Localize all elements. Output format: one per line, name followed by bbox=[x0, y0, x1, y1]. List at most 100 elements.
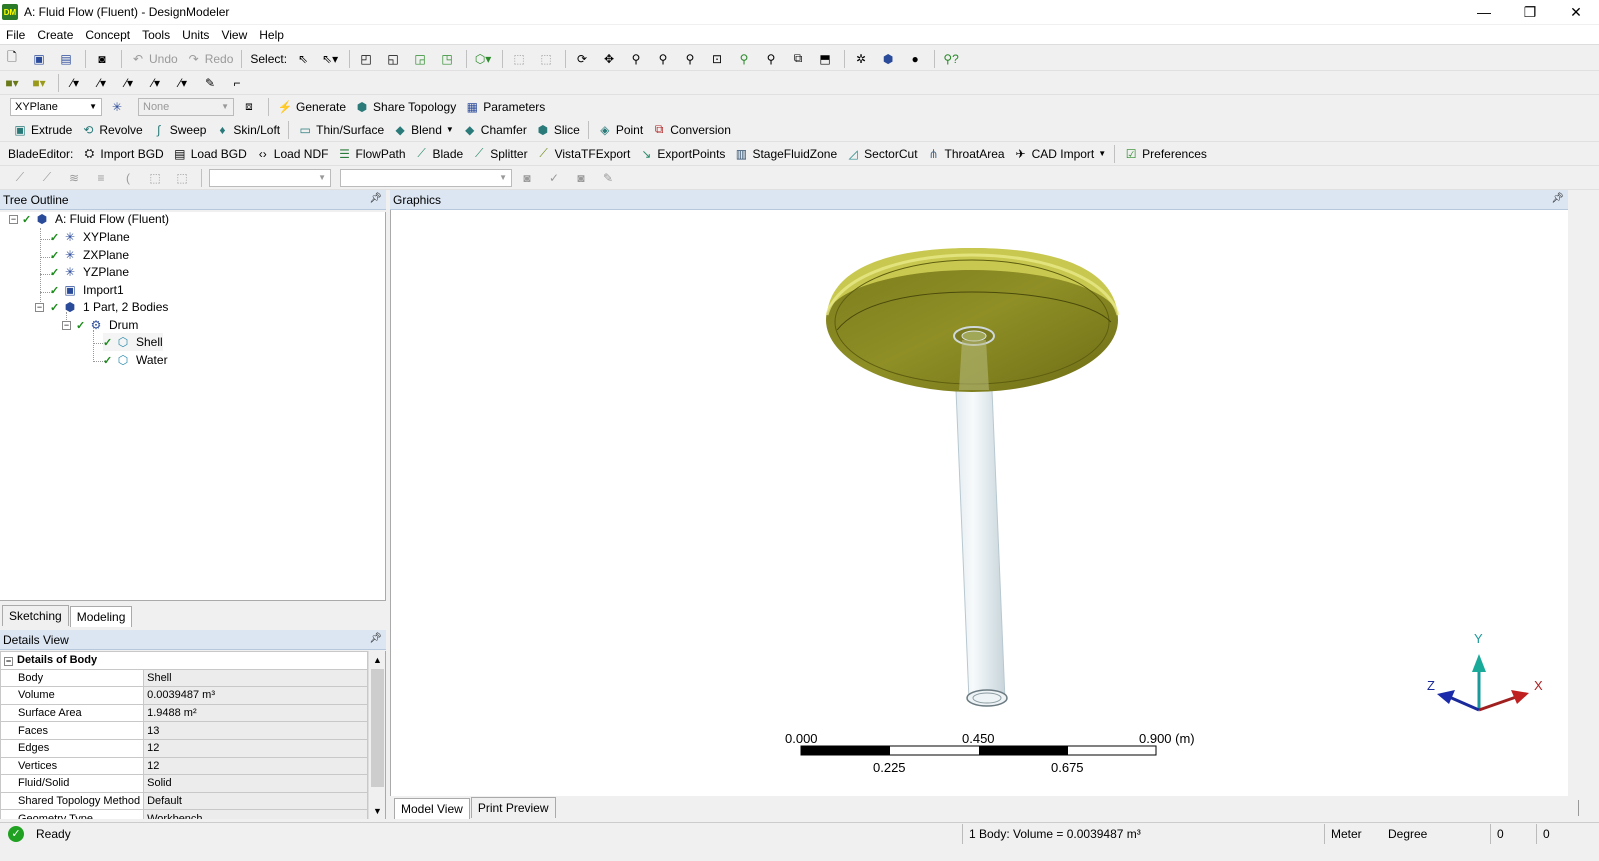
conversion-button[interactable]: ⧉ Conversion bbox=[647, 120, 735, 140]
extend-selection-button[interactable]: ⬡▾ bbox=[471, 49, 498, 69]
slice-button[interactable]: ⬢ Slice bbox=[531, 120, 584, 140]
tab-modeling[interactable]: Modeling bbox=[69, 606, 133, 627]
box-select-2-button[interactable]: ⬚ bbox=[534, 49, 561, 69]
new-plane-button[interactable]: ✳ bbox=[105, 97, 132, 117]
sketch-select[interactable]: None ▼ bbox=[138, 97, 234, 116]
pin-icon[interactable]: 📌︎ bbox=[1551, 193, 1564, 204]
line-tool-4-button[interactable]: ⁄▾ bbox=[144, 73, 171, 93]
help-button[interactable]: ⚲? bbox=[939, 49, 966, 69]
splitter-handle[interactable] bbox=[1578, 800, 1579, 816]
tree-node-yzplane[interactable]: ✓ ✳ YZPlane bbox=[50, 263, 129, 281]
tree-node-shell[interactable]: ✓ ⬡ Shell bbox=[103, 333, 163, 351]
load-bgd-button[interactable]: ▤ Load BGD bbox=[168, 144, 251, 164]
details-value[interactable]: Solid bbox=[143, 774, 368, 793]
zoom-button[interactable]: ⚲ bbox=[624, 49, 651, 69]
new-button[interactable]: 🗋 bbox=[0, 49, 27, 69]
select-filter-button[interactable]: ⇖▾ bbox=[318, 49, 345, 69]
pipe-body[interactable] bbox=[955, 389, 1008, 707]
tree-node-water[interactable]: ✓ ⬡ Water bbox=[103, 351, 168, 369]
graphics-viewport[interactable]: 0.000 0.450 0.900 (m) 0.225 0.675 Y X Z bbox=[390, 210, 1568, 796]
tab-print-preview[interactable]: Print Preview bbox=[470, 797, 556, 818]
throatarea-button[interactable]: ⋔ ThroatArea bbox=[922, 144, 1009, 164]
zoom-box-button[interactable]: ⚲ bbox=[651, 49, 678, 69]
face-color-button[interactable]: ■▾ bbox=[0, 73, 27, 93]
menu-concept[interactable]: Concept bbox=[79, 28, 136, 42]
select-edges-button[interactable]: ◱ bbox=[381, 49, 408, 69]
pan-button[interactable]: ✥ bbox=[597, 49, 624, 69]
edge-color-button[interactable]: ■▾ bbox=[27, 73, 54, 93]
view-orient-button[interactable]: ⬒ bbox=[813, 49, 840, 69]
menu-units[interactable]: Units bbox=[176, 28, 215, 42]
splitter-button[interactable]: ⟋ Splitter bbox=[467, 144, 531, 164]
close-button[interactable]: ✕ bbox=[1553, 0, 1599, 24]
details-group-row[interactable]: − Details of Body bbox=[0, 651, 368, 670]
preferences-button[interactable]: ☑ Preferences bbox=[1119, 144, 1211, 164]
details-row[interactable]: Body Shell bbox=[0, 668, 368, 688]
flowpath-button[interactable]: ☰ FlowPath bbox=[332, 144, 409, 164]
select-mode-button[interactable]: ⇖ bbox=[291, 49, 318, 69]
drum-body[interactable] bbox=[825, 248, 1120, 392]
display-model-button[interactable]: ⬢ bbox=[876, 49, 903, 69]
blade-tool-4-button[interactable]: ≡ bbox=[89, 168, 116, 188]
revolve-button[interactable]: ⟲ Revolve bbox=[76, 120, 146, 140]
zoom-out-button[interactable]: ⚲ bbox=[759, 49, 786, 69]
details-scrollbar[interactable]: ▲ ▼ bbox=[368, 651, 385, 819]
zoom-extents-button[interactable]: ⊡ bbox=[705, 49, 732, 69]
collapse-drum-toggle[interactable]: − bbox=[62, 321, 71, 330]
sweep-button[interactable]: ∫ Sweep bbox=[147, 120, 211, 140]
line-tool-5-button[interactable]: ⁄▾ bbox=[171, 73, 198, 93]
restore-button[interactable]: ❐ bbox=[1507, 0, 1553, 24]
menu-help[interactable]: Help bbox=[253, 28, 290, 42]
details-row[interactable]: Faces 13 bbox=[0, 721, 368, 740]
blade-combo-2[interactable]: ▼ bbox=[340, 168, 512, 187]
new-sketch-button[interactable]: ⧈ bbox=[237, 97, 264, 117]
zoom-fit-button[interactable]: ⚲ bbox=[678, 49, 705, 69]
tree-node-root[interactable]: ✓ ⬢ A: Fluid Flow (Fluent) bbox=[22, 210, 169, 228]
scroll-down-icon[interactable]: ▼ bbox=[369, 802, 385, 819]
menu-tools[interactable]: Tools bbox=[136, 28, 176, 42]
extrude-button[interactable]: ▣ Extrude bbox=[8, 120, 76, 140]
tree-node-xyplane[interactable]: ✓ ✳ XYPlane bbox=[50, 228, 130, 246]
scroll-up-icon[interactable]: ▲ bbox=[369, 651, 385, 668]
select-points-button[interactable]: ◰ bbox=[354, 49, 381, 69]
parameters-button[interactable]: ▦ Parameters bbox=[460, 97, 549, 117]
isometric-button[interactable]: ⧉ bbox=[786, 49, 813, 69]
generate-button[interactable]: ⚡ Generate bbox=[273, 97, 350, 117]
tree-node-import1[interactable]: ✓ ▣ Import1 bbox=[50, 281, 124, 299]
redo-button[interactable]: ↷ Redo bbox=[182, 49, 238, 69]
collapse-details-toggle[interactable]: − bbox=[4, 657, 13, 667]
scroll-thumb[interactable] bbox=[371, 669, 384, 787]
blade-tool-10-button[interactable]: ◙ bbox=[569, 168, 596, 188]
details-row[interactable]: Geometry Type Workbench bbox=[0, 809, 368, 819]
sectorcut-button[interactable]: ◿ SectorCut bbox=[841, 144, 921, 164]
collapse-parts-toggle[interactable]: − bbox=[35, 303, 44, 312]
thin-surface-button[interactable]: ▭ Thin/Surface bbox=[293, 120, 388, 140]
triad-button[interactable]: ✲ bbox=[849, 49, 876, 69]
line-tool-1-button[interactable]: ⁄▾ bbox=[63, 73, 90, 93]
blade-tool-2-button[interactable]: ⟋ bbox=[35, 168, 62, 188]
blade-tool-3-button[interactable]: ≋ bbox=[62, 168, 89, 188]
select-faces-button[interactable]: ◲ bbox=[408, 49, 435, 69]
load-ndf-button[interactable]: ‹› Load NDF bbox=[251, 144, 333, 164]
undo-button[interactable]: ↶ Undo bbox=[126, 49, 182, 69]
stagefluidzone-button[interactable]: ▥ StageFluidZone bbox=[729, 144, 841, 164]
details-row[interactable]: Edges 12 bbox=[0, 738, 368, 758]
line-tool-3-button[interactable]: ⁄▾ bbox=[117, 73, 144, 93]
point-button[interactable]: ◈ Point bbox=[593, 120, 647, 140]
blade-tool-9-button[interactable]: ✓ bbox=[542, 168, 569, 188]
blade-tool-7-button[interactable]: ⬚ bbox=[170, 168, 197, 188]
vistatfexport-button[interactable]: ⟋ VistaTFExport bbox=[532, 144, 635, 164]
details-row[interactable]: Surface Area 1.9488 m² bbox=[0, 703, 368, 723]
collapse-root-toggle[interactable]: − bbox=[9, 215, 18, 224]
tree-node-parts[interactable]: ✓ ⬢ 1 Part, 2 Bodies bbox=[50, 298, 168, 316]
axis-triad[interactable] bbox=[1437, 654, 1529, 712]
exportpoints-button[interactable]: ↘ ExportPoints bbox=[634, 144, 729, 164]
plane-select[interactable]: XYPlane ▼ bbox=[10, 97, 102, 116]
pin-tool-button[interactable]: ✎ bbox=[198, 73, 225, 93]
blade-button[interactable]: ⟋ Blade bbox=[410, 144, 468, 164]
pin-icon[interactable]: 📌︎ bbox=[369, 193, 382, 204]
rotate-button[interactable]: ⟳ bbox=[570, 49, 597, 69]
blade-tool-1-button[interactable]: ⟋ bbox=[8, 168, 35, 188]
details-value[interactable]: Default bbox=[143, 791, 368, 811]
box-select-button[interactable]: ⬚ bbox=[507, 49, 534, 69]
